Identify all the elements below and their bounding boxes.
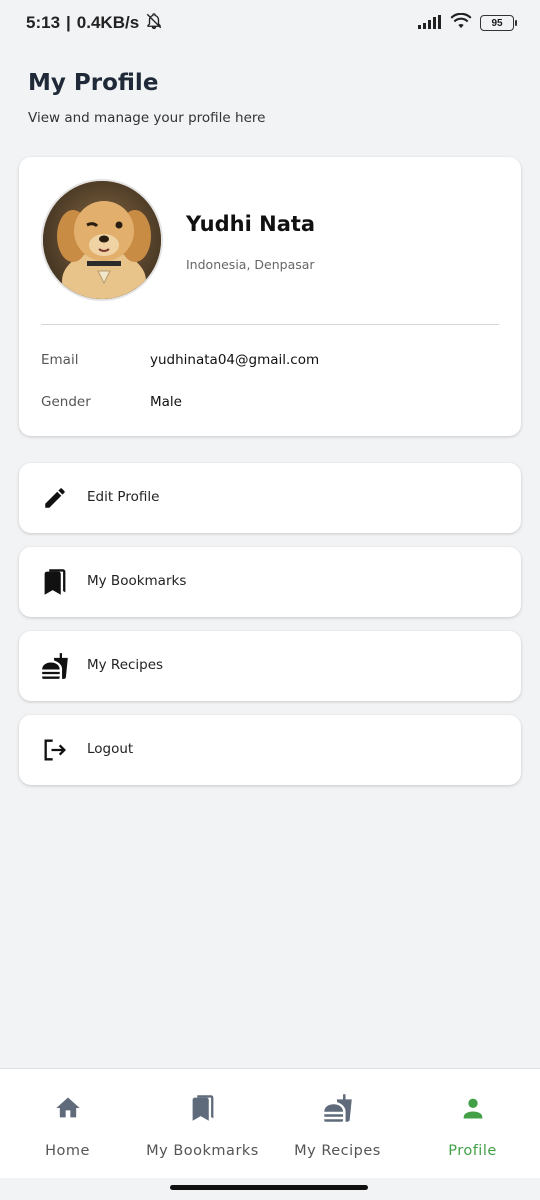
nav-item-my-bookmarks[interactable]: My Bookmarks — [135, 1069, 270, 1179]
nav-label: Home — [45, 1143, 90, 1159]
nav-item-home[interactable]: Home — [0, 1069, 135, 1179]
dog-photo-image — [43, 181, 161, 299]
status-separator: | — [66, 13, 71, 32]
fastfood-icon — [323, 1093, 353, 1123]
menu-item-edit-profile[interactable]: Edit Profile — [19, 463, 521, 533]
bookmarks-icon — [188, 1093, 218, 1123]
signal-icon — [418, 14, 442, 33]
avatar — [41, 179, 163, 301]
home-indicator[interactable] — [170, 1185, 368, 1190]
status-bar: 5:13 | 0.4KB/s 95 — [0, 0, 540, 46]
fastfood-icon — [41, 652, 69, 680]
bottom-nav: Home My Bookmarks My Recipes Profile — [0, 1068, 540, 1178]
status-time: 5:13 — [26, 13, 61, 32]
battery-icon: 95 — [480, 15, 517, 31]
menu-item-my-recipes[interactable]: My Recipes — [19, 631, 521, 701]
nav-label: My Recipes — [294, 1143, 381, 1159]
menu-item-logout[interactable]: Logout — [19, 715, 521, 785]
status-left: 5:13 | 0.4KB/s — [26, 12, 163, 35]
logout-icon — [41, 736, 69, 764]
status-speed: 0.4KB/s — [76, 13, 140, 32]
bookmarks-icon — [41, 568, 69, 596]
page-title: My Profile — [28, 70, 159, 96]
bell-off-icon — [145, 12, 163, 35]
email-label: Email — [41, 352, 79, 368]
home-icon — [53, 1093, 83, 1123]
nav-item-profile[interactable]: Profile — [405, 1069, 540, 1179]
page-subtitle: View and manage your profile here — [28, 110, 266, 126]
profile-card: Yudhi Nata Indonesia, Denpasar Email yud… — [19, 157, 521, 436]
nav-label: My Bookmarks — [146, 1143, 259, 1159]
nav-label: Profile — [448, 1143, 497, 1159]
divider — [41, 324, 499, 325]
status-right: 95 — [418, 12, 517, 33]
profile-location: Indonesia, Denpasar — [186, 257, 315, 272]
menu-item-label: Edit Profile — [87, 489, 160, 505]
menu-item-label: My Bookmarks — [87, 573, 187, 589]
pencil-icon — [41, 484, 69, 512]
nav-item-my-recipes[interactable]: My Recipes — [270, 1069, 405, 1179]
profile-name: Yudhi Nata — [186, 212, 316, 236]
gender-label: Gender — [41, 394, 91, 410]
wifi-icon — [450, 12, 472, 33]
email-value: yudhinata04@gmail.com — [150, 352, 320, 368]
person-icon — [458, 1093, 488, 1123]
gender-value: Male — [150, 394, 182, 410]
menu-item-my-bookmarks[interactable]: My Bookmarks — [19, 547, 521, 617]
menu-item-label: My Recipes — [87, 657, 164, 673]
menu-item-label: Logout — [87, 741, 134, 757]
